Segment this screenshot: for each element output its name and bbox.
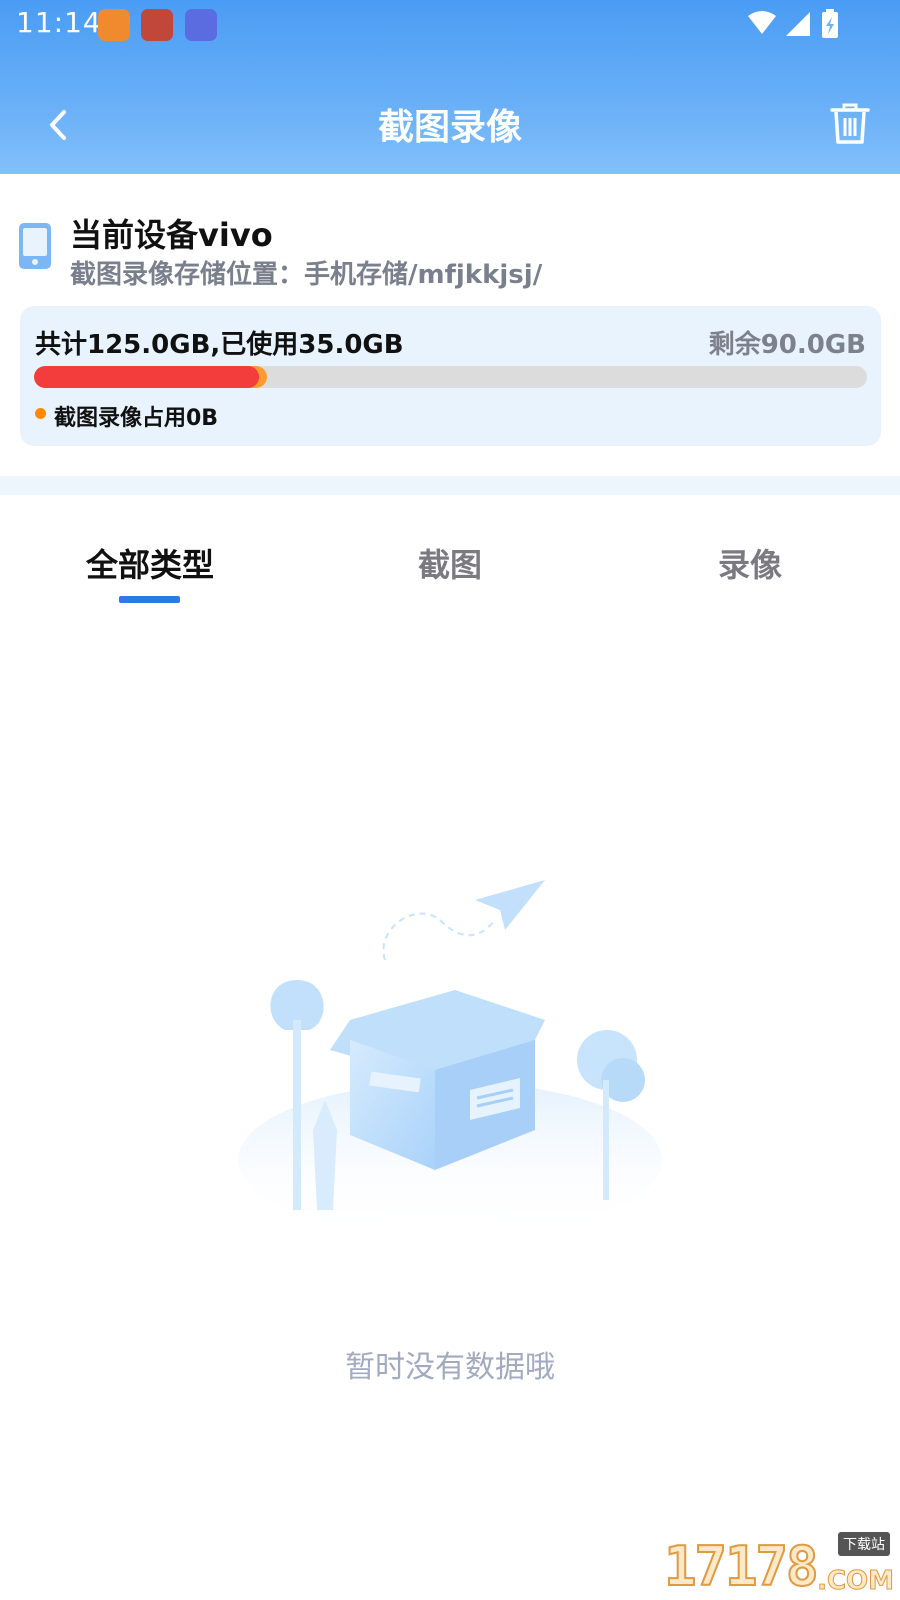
signal-icon — [786, 12, 810, 36]
status-time: 11:14 — [16, 6, 102, 39]
watermark-logo: 17178 下载站 .COM — [663, 1532, 895, 1599]
device-info-section: 当前设备vivo 截图录像存储位置：手机存储/mfjkkjsj/ 共计125.0… — [0, 174, 900, 476]
header-bar: 11:14 截图录像 — [0, 0, 900, 174]
section-divider — [0, 476, 900, 495]
tab-screenshots[interactable]: 截图 — [350, 540, 550, 586]
empty-state-text: 暂时没有数据哦 — [345, 1350, 555, 1385]
storage-progress-bar — [34, 366, 867, 388]
storage-path: 截图录像存储位置：手机存储/mfjkkjsj/ — [70, 260, 543, 290]
page-title: 截图录像 — [377, 107, 522, 148]
tab-indicator — [119, 596, 180, 603]
storage-free: 剩余90.0GB — [708, 330, 866, 360]
wifi-icon — [748, 11, 776, 34]
watermark-number: 17178 — [663, 1534, 820, 1599]
trash-icon[interactable] — [828, 100, 872, 148]
legend-text: 截图录像占用0B — [54, 406, 219, 431]
device-name: 当前设备vivo — [70, 216, 273, 254]
watermark-domain: .COM — [817, 1566, 895, 1597]
storage-card: 共计125.0GB,已使用35.0GB 剩余90.0GB 截图录像占用0B — [20, 306, 881, 446]
status-bar: 11:14 — [0, 0, 900, 48]
notification-app-icon — [185, 9, 217, 41]
watermark-tag: 下载站 — [838, 1532, 890, 1556]
notification-app-icon — [98, 9, 130, 41]
phone-icon — [19, 223, 51, 269]
empty-box-illustration — [238, 880, 662, 1238]
storage-system-fill — [34, 366, 259, 388]
legend-dot — [35, 408, 46, 419]
storage-total: 共计125.0GB,已使用35.0GB — [35, 330, 404, 360]
tab-all-types[interactable]: 全部类型 — [50, 540, 250, 586]
status-icons — [748, 9, 838, 38]
tab-recordings[interactable]: 录像 — [650, 540, 850, 586]
notification-app-icon — [141, 9, 173, 41]
